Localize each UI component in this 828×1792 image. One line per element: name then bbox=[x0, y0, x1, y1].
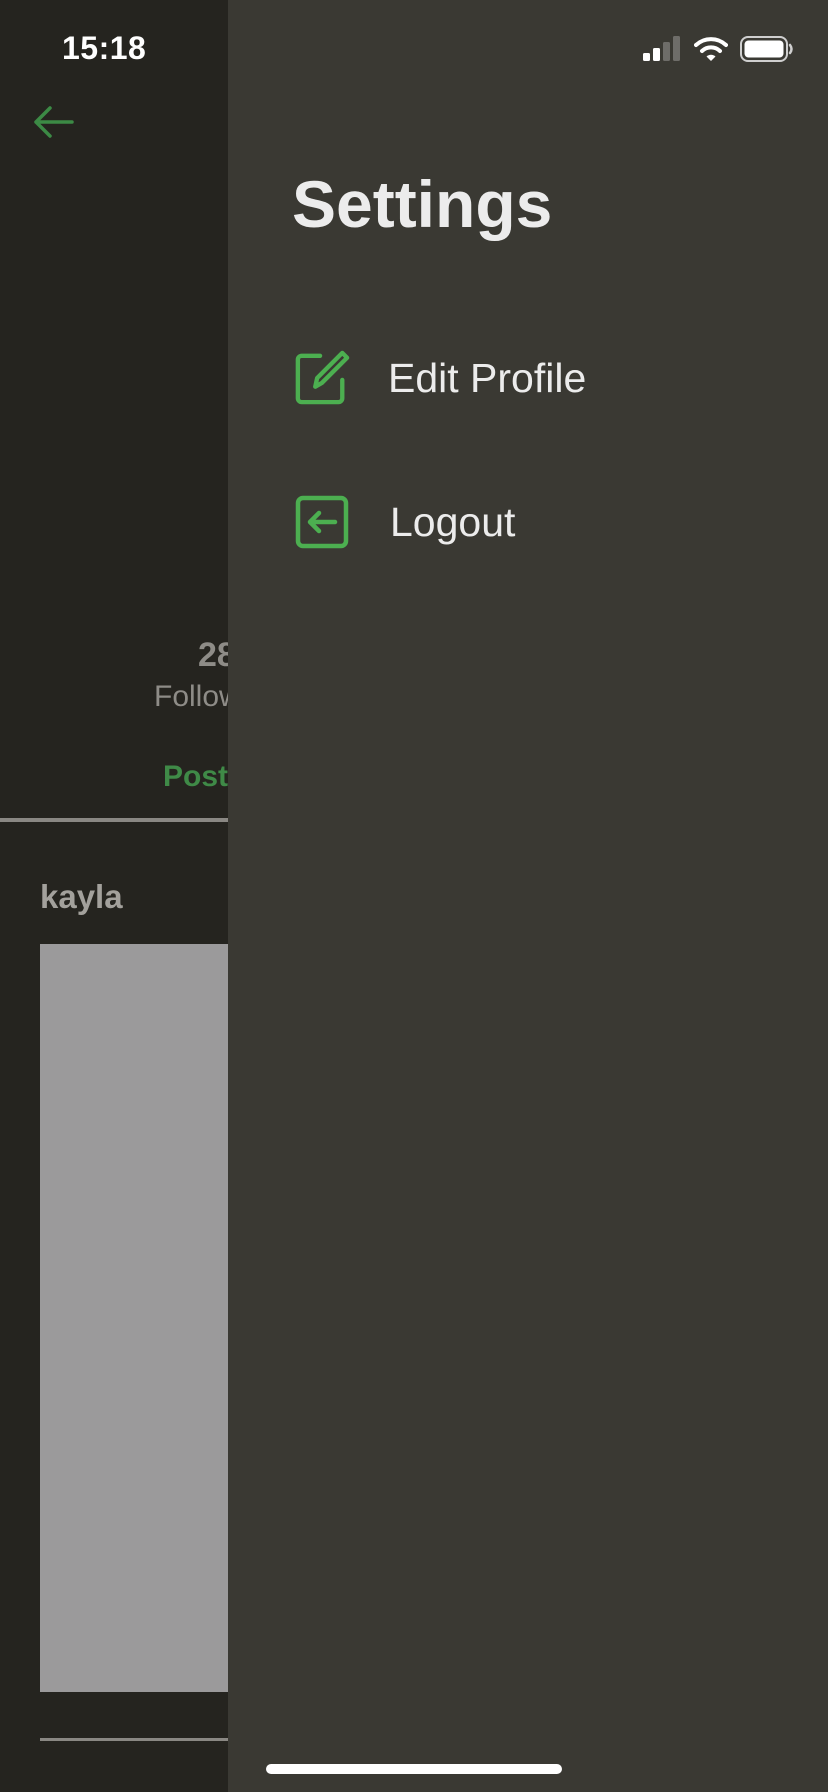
battery-icon bbox=[740, 36, 793, 62]
logout-icon bbox=[294, 494, 350, 550]
post-image[interactable] bbox=[40, 944, 240, 1692]
drawer-title: Settings bbox=[292, 167, 553, 241]
cellular-signal-icon bbox=[643, 36, 680, 61]
home-indicator[interactable] bbox=[266, 1764, 562, 1774]
menu-item-logout[interactable]: Logout bbox=[294, 492, 515, 552]
edit-square-icon bbox=[294, 350, 350, 406]
status-icons bbox=[642, 34, 794, 64]
back-button[interactable] bbox=[30, 98, 78, 146]
tab-underline bbox=[0, 818, 240, 822]
status-time: 15:18 bbox=[62, 30, 147, 66]
menu-item-label: Logout bbox=[390, 498, 516, 545]
menu-item-edit-profile[interactable]: Edit Profile bbox=[294, 348, 586, 408]
screen: 28 Follow Post kayla 15:18 Settings Edit… bbox=[0, 0, 828, 1792]
arrow-left-icon bbox=[34, 106, 74, 138]
tab-posts[interactable]: Post bbox=[163, 760, 228, 794]
wifi-icon bbox=[694, 37, 728, 61]
menu-item-label: Edit Profile bbox=[388, 354, 587, 401]
settings-drawer: Settings Edit Profile Logout bbox=[228, 0, 828, 1792]
post-author[interactable]: kayla bbox=[40, 878, 123, 916]
post-divider bbox=[40, 1738, 240, 1741]
